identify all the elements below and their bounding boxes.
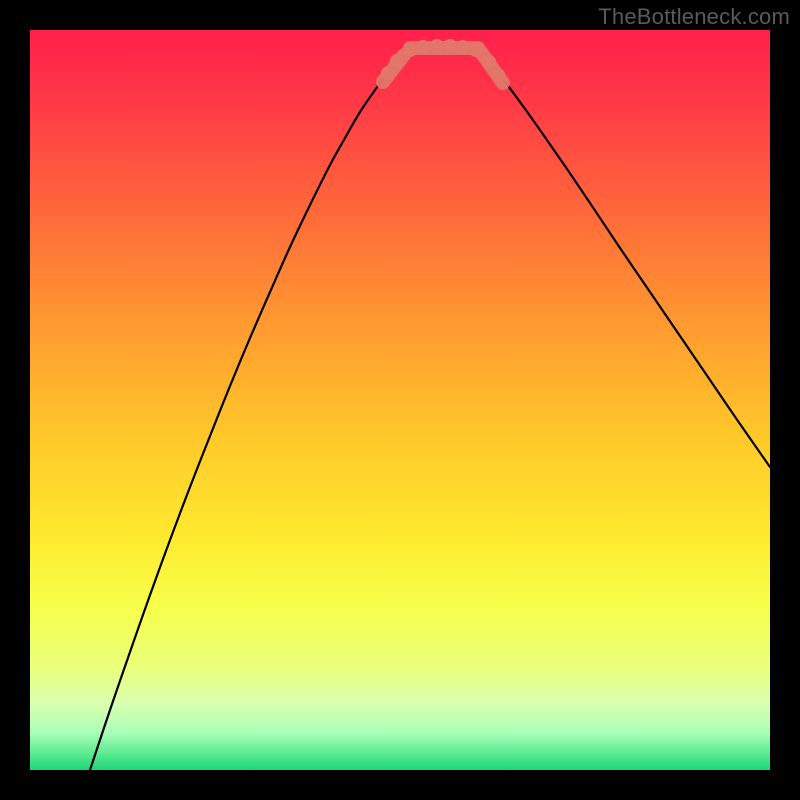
curves-group xyxy=(90,66,770,770)
curve-svg xyxy=(30,30,770,770)
marker-segment-right xyxy=(481,52,503,83)
chart-frame: TheBottleneck.com xyxy=(0,0,800,800)
plot-area xyxy=(30,30,770,770)
markers-group xyxy=(381,39,505,83)
right-curve xyxy=(493,68,770,467)
marker-segment-left xyxy=(383,55,404,82)
watermark-text: TheBottleneck.com xyxy=(598,4,790,30)
left-curve xyxy=(90,66,395,770)
